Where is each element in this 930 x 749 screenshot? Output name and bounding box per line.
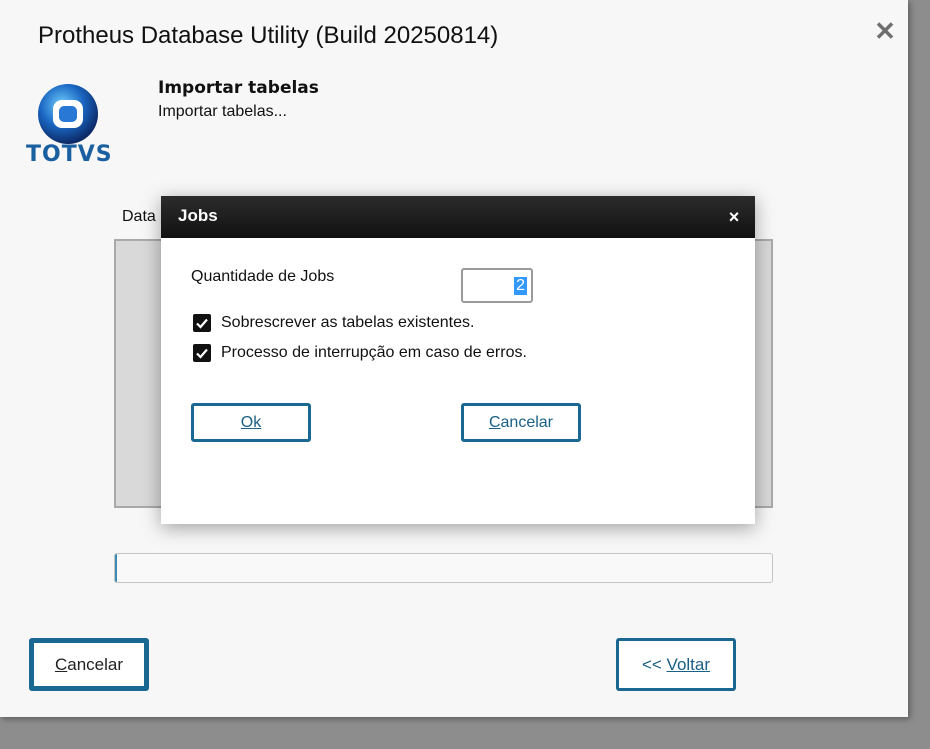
- step-title: Importar tabelas: [158, 78, 319, 98]
- jobs-dialog: Jobs × Quantidade de Jobs 2 Sobrescrever…: [161, 196, 755, 524]
- back-label-rest: oltar: [676, 655, 711, 674]
- jobs-quantity-input[interactable]: 2: [461, 268, 533, 303]
- checkmark-icon: [196, 318, 208, 329]
- jobs-quantity-value: 2: [514, 277, 527, 295]
- close-icon[interactable]: ✕: [872, 18, 898, 44]
- jobs-quantity-label: Quantidade de Jobs: [191, 268, 335, 285]
- window-title: Protheus Database Utility (Build 2025081…: [38, 22, 499, 49]
- progress-bar: [114, 553, 773, 583]
- data-label: Data: [122, 208, 156, 225]
- stop-on-error-option[interactable]: Processo de interrupção em caso de erros…: [193, 343, 527, 363]
- dialog-cancel-hotkey: C: [488, 414, 501, 431]
- dialog-title: Jobs: [178, 206, 218, 225]
- dialog-cancel-label-rest: ancelar: [500, 414, 554, 431]
- stop-on-error-checkbox[interactable]: [193, 344, 211, 362]
- cancel-button[interactable]: Cancelar: [29, 638, 149, 691]
- dialog-header: Jobs ×: [161, 196, 755, 238]
- totvs-logo-icon: [38, 84, 98, 144]
- ok-hotkey: O: [240, 414, 254, 431]
- dialog-close-icon[interactable]: ×: [723, 206, 745, 228]
- logo-text: TOTVS: [26, 142, 113, 167]
- overwrite-tables-label: Sobrescrever as tabelas existentes.: [221, 314, 475, 331]
- checkmark-icon: [196, 348, 208, 359]
- ok-button[interactable]: Ok: [191, 403, 311, 442]
- back-button[interactable]: << Voltar: [616, 638, 736, 691]
- ok-label: Ok: [241, 414, 261, 431]
- back-prefix: <<: [641, 655, 667, 674]
- totvs-logo: TOTVS: [26, 84, 112, 168]
- progress-fill: [115, 554, 117, 582]
- cancel-label-rest: ancelar: [67, 655, 124, 674]
- cancel-hotkey: C: [54, 655, 68, 674]
- step-subtitle: Importar tabelas...: [158, 103, 287, 120]
- overwrite-tables-checkbox[interactable]: [193, 314, 211, 332]
- overwrite-tables-option[interactable]: Sobrescrever as tabelas existentes.: [193, 313, 474, 333]
- ok-label-rest: k: [253, 414, 262, 431]
- dialog-cancel-button[interactable]: Cancelar: [461, 403, 581, 442]
- stop-on-error-label: Processo de interrupção em caso de erros…: [221, 344, 527, 361]
- back-hotkey: V: [666, 655, 677, 674]
